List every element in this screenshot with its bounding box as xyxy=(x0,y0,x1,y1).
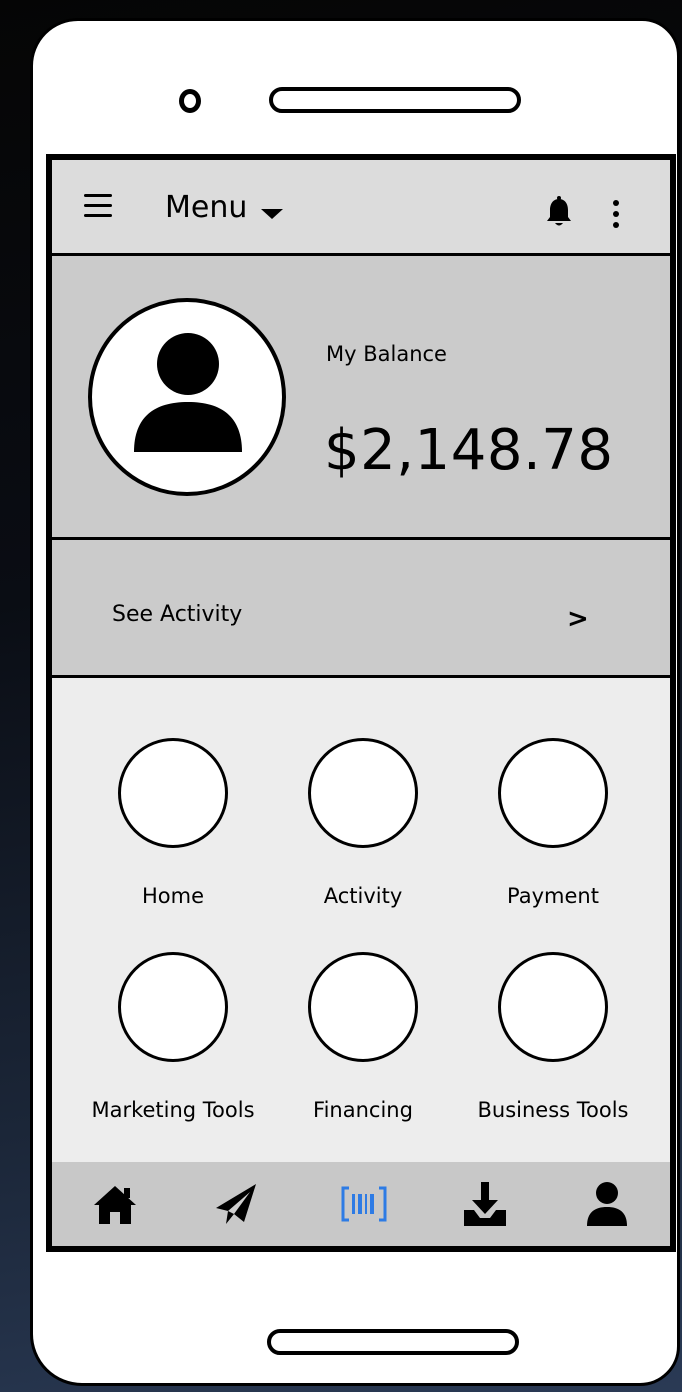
shortcut-circle[interactable] xyxy=(308,738,418,848)
home-icon[interactable] xyxy=(90,1178,140,1230)
caret-down-icon[interactable] xyxy=(261,209,283,219)
shortcut-circle[interactable] xyxy=(118,952,228,1062)
avatar[interactable] xyxy=(88,298,286,496)
shortcut-circle[interactable] xyxy=(498,738,608,848)
bell-icon[interactable] xyxy=(544,196,574,228)
balance-amount: $2,148.78 xyxy=(324,418,614,483)
home-hardware-button[interactable] xyxy=(267,1329,519,1355)
shortcut-label: Marketing Tools xyxy=(91,1098,255,1122)
shortcut-circle[interactable] xyxy=(308,952,418,1062)
shortcut-label: Payment xyxy=(507,884,599,908)
shortcut-label: Home xyxy=(141,884,204,908)
see-activity-label: See Activity xyxy=(112,602,243,627)
hamburger-icon[interactable] xyxy=(84,194,112,218)
download-icon[interactable] xyxy=(460,1178,510,1230)
balance-panel: My Balance $2,148.78 xyxy=(52,256,670,540)
shortcut-label: Financing xyxy=(313,1098,413,1122)
shortcut-financing[interactable]: Financing xyxy=(263,952,463,1122)
shortcut-home[interactable]: Home xyxy=(73,738,273,908)
balance-label: My Balance xyxy=(326,342,447,366)
top-bar: Menu xyxy=(52,160,670,256)
user-silhouette-icon xyxy=(134,333,242,452)
speaker-grille xyxy=(269,87,521,113)
screen: Menu My Balance $2,148.78 See Activity > xyxy=(46,154,676,1252)
barcode-icon[interactable] xyxy=(339,1178,389,1230)
shortcut-grid: Home Activity Payment Marketing Tools Fi… xyxy=(52,678,670,1168)
send-icon[interactable] xyxy=(212,1178,262,1230)
shortcut-label: Activity xyxy=(323,884,403,908)
shortcut-label: Business Tools xyxy=(477,1098,629,1122)
see-activity-row[interactable]: See Activity > xyxy=(52,540,670,678)
user-icon[interactable] xyxy=(582,1178,632,1230)
kebab-icon[interactable] xyxy=(612,200,620,230)
shortcut-circle[interactable] xyxy=(498,952,608,1062)
bottom-tab-bar xyxy=(52,1162,670,1246)
menu-dropdown-label[interactable]: Menu xyxy=(165,190,247,225)
shortcut-payment[interactable]: Payment xyxy=(453,738,653,908)
camera-icon xyxy=(179,89,201,113)
shortcut-circle[interactable] xyxy=(118,738,228,848)
shortcut-business-tools[interactable]: Business Tools xyxy=(453,952,653,1122)
shortcut-marketing-tools[interactable]: Marketing Tools xyxy=(73,952,273,1122)
shortcut-activity[interactable]: Activity xyxy=(263,738,463,908)
chevron-right-icon: > xyxy=(567,604,589,634)
